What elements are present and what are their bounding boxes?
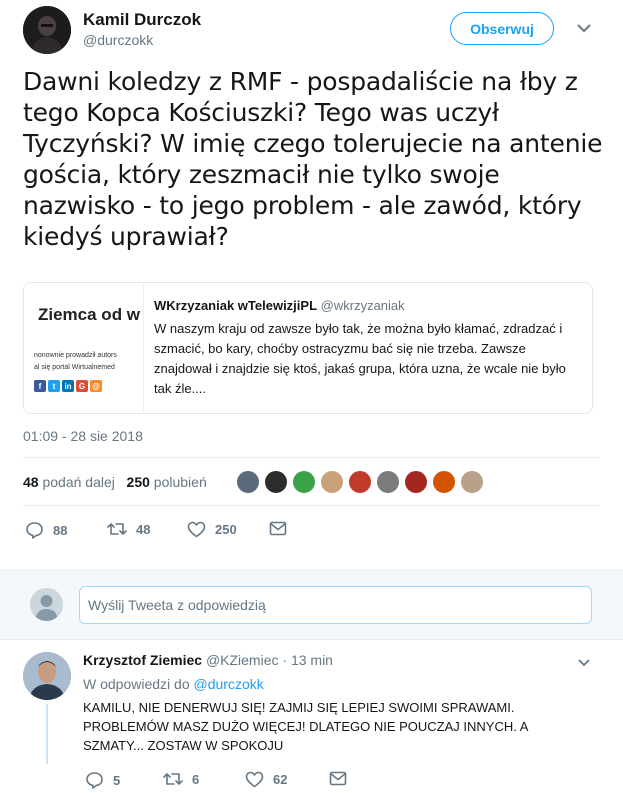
tweet-header: Kamil Durczok @durczokk Obserwuj xyxy=(0,0,623,60)
quoted-author-name: WKrzyzaniak wTelewizjiPL xyxy=(154,298,318,313)
like-label[interactable]: polubień xyxy=(154,474,207,490)
engagement-stats: 48 podań dalej 250 polubień xyxy=(23,474,207,490)
retweet-icon xyxy=(107,521,127,537)
reply-tweet: Krzysztof Ziemiec @KZiemiec · 13 min W o… xyxy=(0,640,623,793)
retweet-label[interactable]: podań dalej xyxy=(42,474,114,490)
quoted-text: W naszym kraju od zawsze było tak, że mo… xyxy=(154,321,566,396)
reply-author-avatar[interactable] xyxy=(23,652,71,700)
liker-avatar[interactable] xyxy=(404,470,428,494)
thread-line xyxy=(46,704,48,764)
reply-icon xyxy=(25,521,44,539)
reply-author-name[interactable]: Krzysztof Ziemiec xyxy=(83,652,202,668)
retweet-count: 6 xyxy=(192,771,200,787)
current-user-avatar xyxy=(30,588,63,621)
tweet-timestamp[interactable]: 01:09 - 28 sie 2018 xyxy=(23,428,143,444)
share-icons: f t in G @ xyxy=(34,380,102,392)
liker-avatar[interactable] xyxy=(264,470,288,494)
reply-input[interactable]: Wyślij Tweeta z odpowiedzią xyxy=(79,586,592,624)
retweet-button[interactable]: 6 xyxy=(163,771,199,787)
quoted-author-handle: @wkrzyzaniak xyxy=(320,298,405,313)
retweet-count: 48 xyxy=(136,521,151,537)
in-reply-prefix: W odpowiedzi do xyxy=(83,676,190,692)
like-count-action: 250 xyxy=(215,522,237,537)
like-count[interactable]: 250 xyxy=(127,474,150,490)
like-button[interactable]: 62 xyxy=(245,771,287,788)
share-icon: @ xyxy=(90,380,102,392)
reply-icon xyxy=(85,771,104,789)
liker-avatar[interactable] xyxy=(320,470,344,494)
tweet-actions: 88 48 250 xyxy=(23,521,323,543)
reply-button[interactable]: 5 xyxy=(85,771,120,789)
reply-text: KAMILU, NIE DENERWUJ SIĘ! ZAJMIJ SIĘ LEP… xyxy=(83,700,528,753)
in-reply-handle-link[interactable]: @durczokk xyxy=(194,676,264,692)
like-count: 62 xyxy=(273,772,288,787)
retweet-icon xyxy=(163,771,183,787)
quoted-thumbnail: Ziemca od w nonownie prowadził autors al… xyxy=(24,283,144,413)
message-button[interactable] xyxy=(329,771,347,786)
liker-avatar[interactable] xyxy=(460,470,484,494)
reply-actions: 5 6 62 xyxy=(83,771,383,791)
linkedin-icon: in xyxy=(62,380,74,392)
liker-avatar[interactable] xyxy=(432,470,456,494)
retweet-button[interactable]: 48 xyxy=(107,521,150,537)
follow-button[interactable]: Obserwuj xyxy=(450,12,554,45)
chevron-down-icon[interactable] xyxy=(574,20,594,36)
reply-time[interactable]: · 13 min xyxy=(282,652,333,668)
liker-avatar[interactable] xyxy=(348,470,372,494)
reply-button[interactable]: 88 xyxy=(25,521,67,539)
reply-count: 5 xyxy=(113,772,121,788)
chevron-down-icon[interactable] xyxy=(576,656,592,674)
reply-count: 88 xyxy=(53,522,68,538)
author-name[interactable]: Kamil Durczok xyxy=(83,10,201,30)
quoted-tweet-card[interactable]: Ziemca od w nonownie prowadził autors al… xyxy=(23,282,593,414)
liker-avatar[interactable] xyxy=(292,470,316,494)
liker-avatars xyxy=(236,470,484,494)
author-avatar[interactable] xyxy=(23,6,71,54)
thumbnail-line: nonownie prowadził autors xyxy=(34,352,117,359)
tweet-text: Dawni koledzy z RMF - pospadaliście na ł… xyxy=(23,67,603,251)
thumbnail-line: al się portal Wirtualnemed xyxy=(34,364,115,371)
envelope-icon xyxy=(269,521,287,536)
envelope-icon xyxy=(329,771,347,786)
reply-composer: Wyślij Tweeta z odpowiedzią xyxy=(0,570,623,640)
googleplus-icon: G xyxy=(76,380,88,392)
facebook-icon: f xyxy=(34,380,46,392)
twitter-icon: t xyxy=(48,380,60,392)
retweet-count[interactable]: 48 xyxy=(23,474,39,490)
reply-author: Krzysztof Ziemiec @KZiemiec · 13 min xyxy=(83,652,333,668)
reply-author-handle[interactable]: @KZiemiec xyxy=(206,652,279,668)
divider xyxy=(23,457,600,458)
thumbnail-title: Ziemca od w xyxy=(38,305,141,324)
message-button[interactable] xyxy=(269,521,287,536)
author-handle[interactable]: @durczokk xyxy=(83,32,153,48)
divider xyxy=(23,505,600,506)
heart-icon xyxy=(245,771,264,788)
liker-avatar[interactable] xyxy=(236,470,260,494)
liker-avatar[interactable] xyxy=(376,470,400,494)
heart-icon xyxy=(187,521,206,538)
like-button[interactable]: 250 xyxy=(187,521,237,538)
quoted-author: WKrzyzaniak wTelewizjiPL @wkrzyzaniak xyxy=(154,298,405,313)
in-reply-to: W odpowiedzi do @durczokk xyxy=(83,676,264,692)
